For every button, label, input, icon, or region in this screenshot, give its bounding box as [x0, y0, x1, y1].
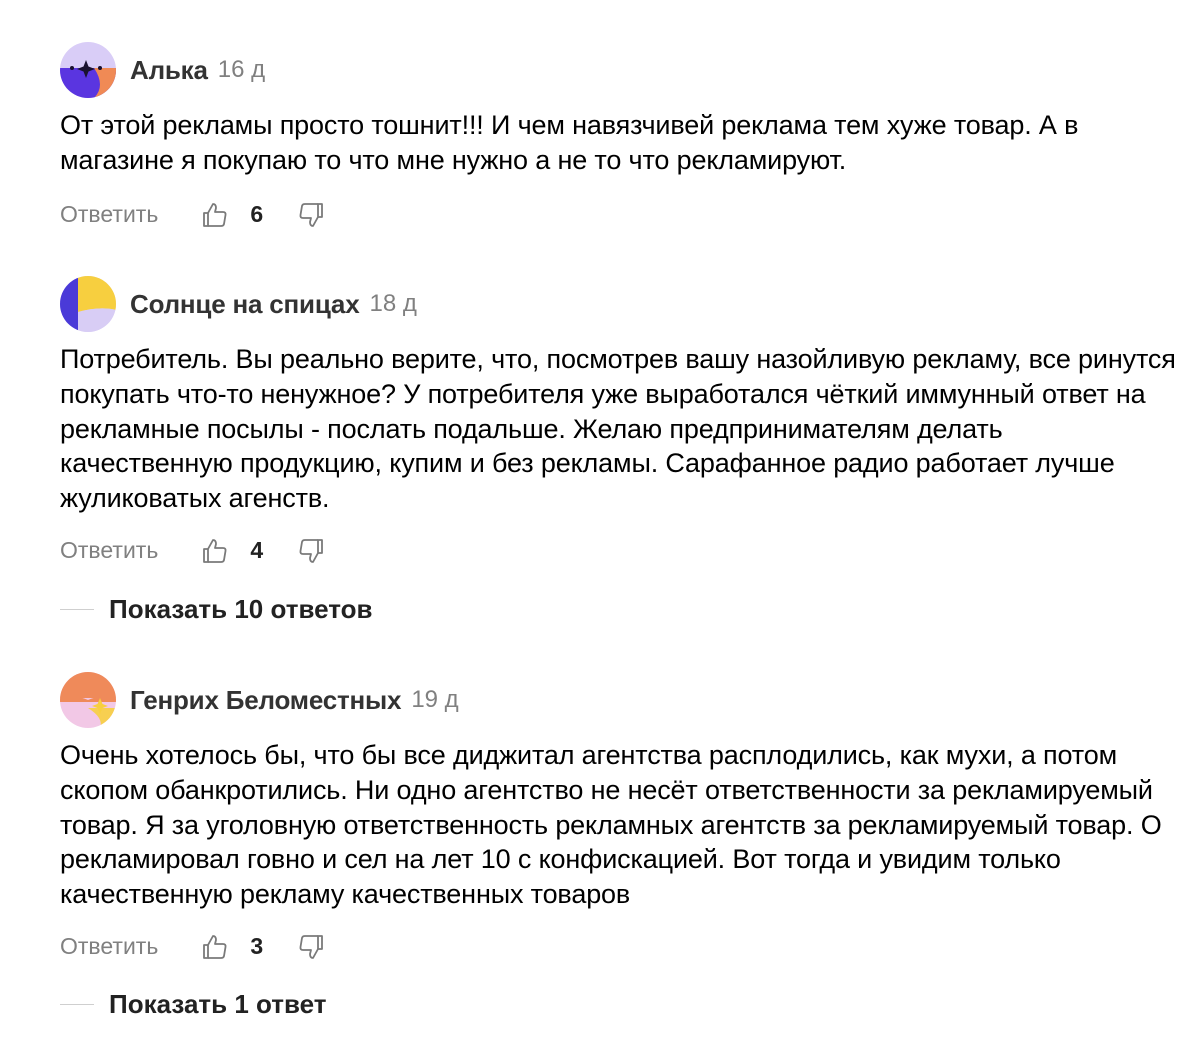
thumbs-down-icon[interactable]	[298, 538, 324, 564]
thumbs-down-icon[interactable]	[298, 934, 324, 960]
comment-header: Генрих Беломестных 19 д	[60, 672, 1180, 728]
reply-button[interactable]: Ответить	[60, 933, 158, 960]
avatar-blue-yellow-icon[interactable]	[60, 276, 116, 332]
comment-text: Очень хотелось бы, что бы все диджитал а…	[60, 740, 1162, 910]
comment-header: Солнце на спицах 18 д	[60, 276, 1180, 332]
comment-author[interactable]: Генрих Беломестных	[130, 685, 402, 716]
thumbs-up-icon[interactable]	[202, 538, 228, 564]
show-replies-label: Показать 10 ответов	[109, 593, 373, 624]
reply-button[interactable]: Ответить	[60, 201, 158, 228]
comment-item: Солнце на спицах 18 д Потребитель. Вы ре…	[60, 276, 1180, 568]
divider	[60, 1003, 94, 1005]
thumbs-down-icon[interactable]	[298, 202, 324, 228]
divider	[60, 608, 94, 610]
show-replies-label: Показать 1 ответ	[109, 988, 327, 1019]
comment-author[interactable]: Алька	[130, 55, 208, 86]
comment-author[interactable]: Солнце на спицах	[130, 289, 360, 320]
likes-count: 6	[250, 201, 264, 228]
show-replies-button[interactable]: Показать 1 ответ	[60, 986, 326, 1022]
comment-item: Генрих Беломестных 19 д Очень хотелось б…	[60, 672, 1180, 964]
comment-text: От этой рекламы просто тошнит!!! И чем н…	[60, 110, 1079, 175]
thumbs-up-icon[interactable]	[202, 202, 228, 228]
comment-item: Алька 16 д От этой рекламы просто тошнит…	[60, 42, 1180, 232]
reply-button[interactable]: Ответить	[60, 537, 158, 564]
likes-count: 4	[250, 537, 264, 564]
comment-text: Потребитель. Вы реально верите, что, пос…	[60, 344, 1176, 514]
comment-time: 16 д	[217, 56, 266, 83]
comment-time: 18 д	[369, 290, 417, 317]
comment-time: 19 д	[411, 686, 459, 713]
comment-actions: Ответить 4	[60, 534, 1180, 568]
avatar-purple-sparkle-icon[interactable]	[60, 42, 116, 98]
thumbs-up-icon[interactable]	[202, 934, 228, 960]
comment-actions: Ответить 3	[60, 930, 1180, 964]
likes-count: 3	[250, 933, 264, 960]
comment-actions: Ответить 6	[60, 198, 1180, 232]
show-replies-button[interactable]: Показать 10 ответов	[60, 591, 372, 627]
comment-header: Алька 16 д	[60, 42, 1180, 98]
avatar-orange-pink-icon[interactable]	[60, 672, 116, 728]
